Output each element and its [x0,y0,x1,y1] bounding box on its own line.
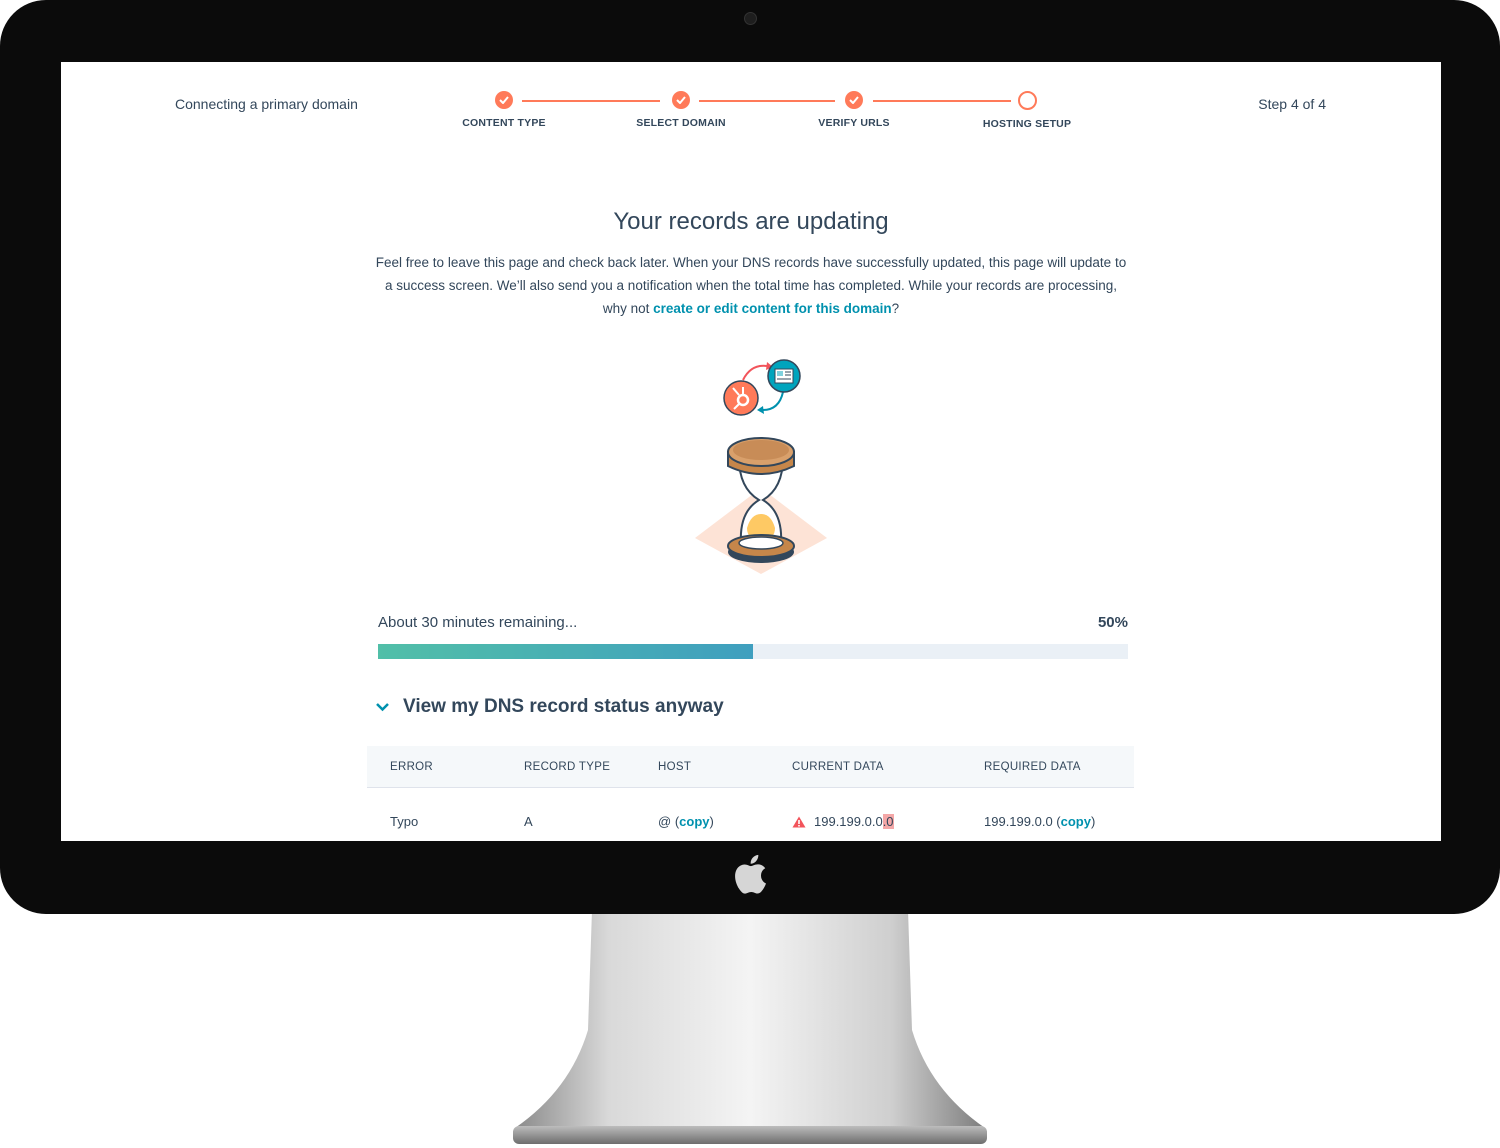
dns-status-toggle[interactable]: View my DNS record status anyway [375,696,724,718]
check-icon [845,91,863,109]
empty-circle-icon [1017,91,1037,110]
hourglass-illustration [695,359,827,574]
create-content-link[interactable]: create or edit content for this domain [653,301,892,316]
dns-toggle-label: View my DNS record status anyway [403,696,724,717]
step-label: CONTENT TYPE [462,117,546,129]
cell-host: @ (copy) [658,814,714,829]
breadcrumb: Connecting a primary domain [175,96,358,112]
progress-percent: 50% [1097,614,1128,631]
step-verify-urls[interactable]: VERIFY URLS [774,91,934,129]
step-label: VERIFY URLS [818,117,890,129]
column-header-current-data: CURRENT DATA [792,761,884,773]
step-hosting-setup[interactable]: HOSTING SETUP [947,91,1107,130]
cell-required-data: 199.199.0.0 (copy) [984,814,1096,829]
column-header-error: ERROR [390,761,434,773]
step-label: HOSTING SETUP [982,118,1072,130]
progress-status: About 30 minutes remaining... 50% [378,614,1128,634]
table-row: Typo A @ (copy) 199.199.0.0.0 199.199.0.… [367,788,1134,838]
monitor-bezel: Connecting a primary domain CONTENT TYPE… [0,0,1500,914]
progress-bar [378,644,1128,659]
column-header-required-data: REQUIRED DATA [984,761,1081,773]
chevron-down-icon [376,703,389,712]
check-icon [495,91,513,109]
dns-record-table: ERROR RECORD TYPE HOST CURRENT DATA REQU… [367,746,1134,838]
time-remaining: About 30 minutes remaining... [378,614,578,631]
screen: Connecting a primary domain CONTENT TYPE… [61,62,1441,841]
column-header-record-type: RECORD TYPE [524,761,611,773]
step-count: Step 4 of 4 [1258,96,1326,112]
current-data-typo-highlight: .0 [882,814,894,829]
table-header: ERROR RECORD TYPE HOST CURRENT DATA REQU… [367,746,1134,788]
step-content-type[interactable]: CONTENT TYPE [424,91,584,129]
cell-error: Typo [390,814,419,829]
copy-host-link[interactable]: copy [679,814,709,829]
cell-record-type: A [524,814,533,829]
desc-line: why not [602,301,654,316]
step-select-domain[interactable]: SELECT DOMAIN [601,91,761,129]
wizard-header: Connecting a primary domain CONTENT TYPE… [61,62,1441,172]
apple-logo-icon [735,854,766,894]
required-data-value: 199.199.0.0 [984,814,1053,829]
camera-icon [744,12,757,25]
warning-icon [792,816,806,828]
page-title: Your records are updating [613,208,889,235]
desc-line: a success screen. We’ll also send you a … [384,278,1118,293]
copy-required-data-link[interactable]: copy [1061,814,1091,829]
cell-current-data: 199.199.0.0.0 [792,814,894,829]
desc-line: ? [891,301,900,316]
page-description: Feel free to leave this page and check b… [366,251,1136,320]
column-header-host: HOST [658,761,692,773]
desc-line: Feel free to leave this page and check b… [375,255,1127,270]
check-icon [672,91,690,109]
current-data-value: 199.199.0.0 [814,814,883,829]
progress-bar-fill [378,644,753,659]
step-label: SELECT DOMAIN [636,117,726,129]
host-value: @ [658,814,672,829]
